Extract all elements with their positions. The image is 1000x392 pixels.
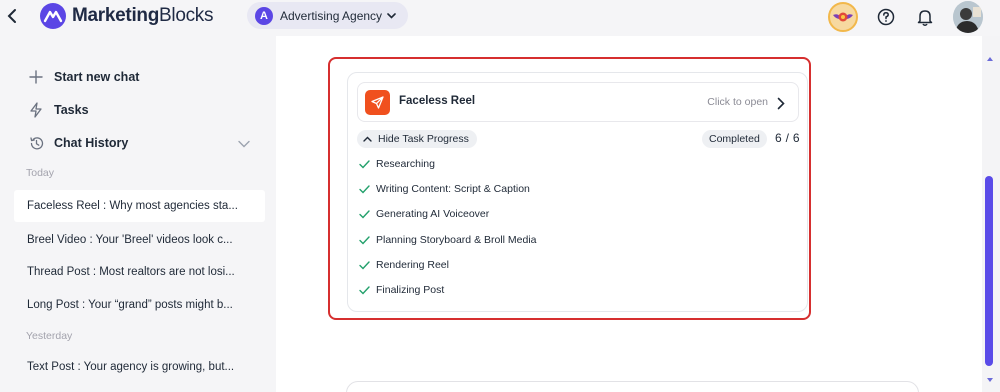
section-yesterday: Yesterday	[26, 330, 73, 342]
hide-task-progress-label: Hide Task Progress	[378, 133, 469, 145]
task-step: Researching	[358, 156, 435, 172]
task-step-label: Writing Content: Script & Caption	[376, 183, 530, 195]
start-new-chat-button[interactable]: Start new chat	[27, 66, 139, 88]
scrollbar[interactable]	[982, 36, 1000, 392]
chevron-right-icon	[775, 95, 787, 111]
rewards-badge-button[interactable]	[828, 2, 858, 32]
progress-count: 6 / 6	[775, 131, 800, 145]
scroll-down-arrow-icon[interactable]	[987, 378, 993, 382]
lightning-icon	[27, 101, 45, 119]
chat-history-collapse-button[interactable]	[236, 136, 252, 152]
chevron-up-icon	[363, 136, 372, 142]
task-title: Faceless Reel	[399, 95, 476, 107]
chat-history-button[interactable]: Chat History	[27, 132, 128, 154]
task-step: Planning Storyboard & Broll Media	[358, 232, 537, 248]
tasks-label: Tasks	[54, 103, 89, 117]
scrollbar-thumb[interactable]	[985, 176, 993, 366]
task-step: Finalizing Post	[358, 282, 444, 298]
bell-icon	[917, 10, 933, 26]
notifications-button[interactable]	[914, 5, 936, 29]
check-icon	[358, 158, 370, 170]
plus-icon	[27, 68, 45, 86]
faceless-reel-open-button[interactable]: Faceless Reel Click to open	[357, 82, 799, 122]
status-badge: Completed	[702, 130, 767, 148]
task-step: Rendering Reel	[358, 257, 449, 273]
chevron-left-icon	[7, 9, 16, 23]
task-step: Generating AI Voiceover	[358, 206, 489, 222]
check-icon	[358, 284, 370, 296]
section-today: Today	[26, 167, 55, 179]
marketingblocks-logo-icon	[40, 3, 66, 29]
chat-history-item[interactable]: Breel Video : Your 'Breel' videos look c…	[14, 224, 265, 256]
tasks-button[interactable]: Tasks	[27, 99, 89, 121]
check-icon	[358, 259, 370, 271]
top-bar: MarketingBlocks A Advertising Agency	[0, 0, 1000, 36]
sidebar: Start new chat Tasks Chat History Today …	[0, 36, 276, 392]
logo[interactable]: MarketingBlocks	[40, 3, 214, 29]
chevron-down-icon	[387, 12, 396, 19]
task-step-label: Researching	[376, 158, 435, 170]
check-icon	[358, 234, 370, 246]
agency-selector[interactable]: A Advertising Agency	[247, 2, 409, 29]
task-step-label: Planning Storyboard & Broll Media	[376, 234, 537, 246]
hide-task-progress-button[interactable]: Hide Task Progress	[357, 130, 477, 148]
chat-history-item[interactable]: Long Post : Your “grand” posts might b..…	[14, 289, 265, 321]
history-icon	[27, 134, 45, 152]
agency-name: Advertising Agency	[280, 8, 383, 23]
user-avatar[interactable]	[953, 1, 983, 33]
start-new-chat-label: Start new chat	[54, 70, 140, 84]
winged-badge-icon	[833, 12, 853, 22]
task-step: Writing Content: Script & Caption	[358, 181, 530, 197]
back-button[interactable]	[2, 4, 22, 28]
chat-history-item[interactable]: Thread Post : Most realtors are not losi…	[14, 256, 265, 288]
click-to-open-label: Click to open	[707, 96, 768, 108]
help-button[interactable]	[875, 6, 897, 28]
user-photo-icon	[953, 1, 983, 33]
chat-history-item[interactable]: Text Post : Your agency is growing, but.…	[14, 351, 265, 383]
question-circle-icon	[877, 8, 895, 26]
check-icon	[358, 183, 370, 195]
check-icon	[358, 208, 370, 220]
logo-text: MarketingBlocks	[72, 5, 214, 26]
agency-avatar: A	[255, 6, 273, 25]
chat-input[interactable]	[346, 381, 919, 392]
task-step-label: Finalizing Post	[376, 284, 445, 296]
chat-history-label: Chat History	[54, 136, 129, 150]
scroll-up-arrow-icon[interactable]	[987, 57, 993, 61]
task-step-label: Rendering Reel	[376, 259, 449, 271]
paper-plane-icon	[365, 90, 390, 115]
chat-history-item[interactable]: Faceless Reel : Why most agencies sta...	[14, 190, 265, 222]
chevron-down-icon	[238, 140, 250, 148]
task-step-label: Generating AI Voiceover	[376, 208, 490, 220]
